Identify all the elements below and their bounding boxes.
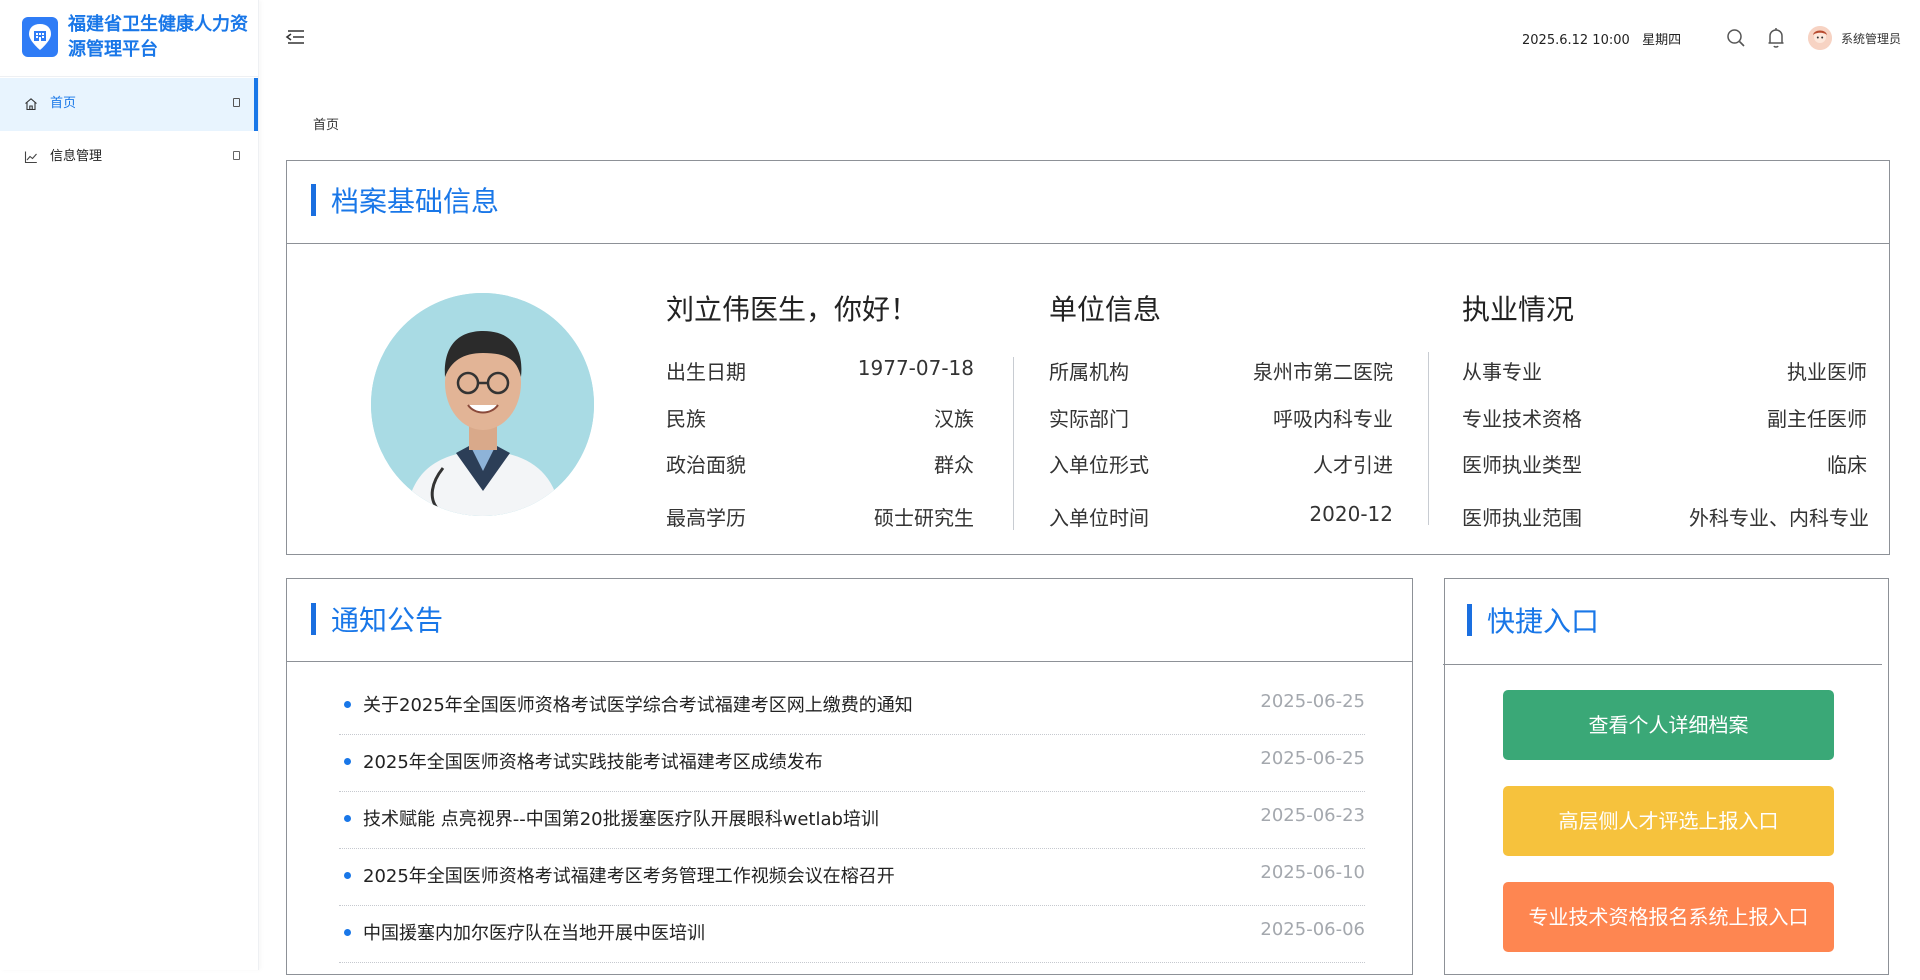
info-value: 临床 xyxy=(1827,453,1867,477)
greeting: 刘立伟医生，你好！ xyxy=(666,293,919,326)
notice-item[interactable]: 2025年全国医师资格考试实践技能考试福建考区成绩发布 2025-06-25 xyxy=(339,734,1365,792)
search-icon[interactable] xyxy=(1726,28,1746,48)
info-label: 最高学历 xyxy=(666,506,746,530)
doctor-photo xyxy=(371,293,594,516)
panel-title: 快捷入口 xyxy=(1487,605,1600,638)
weekday-text: 星期四 xyxy=(1642,33,1682,48)
info-label: 医师执业范围 xyxy=(1462,506,1582,530)
app-title: 福建省卫生健康人力资源管理平台 xyxy=(68,14,248,60)
bell-icon[interactable] xyxy=(1766,27,1786,49)
sidebar: 福建省卫生健康人力资源管理平台 首页 信息管理 xyxy=(0,0,259,970)
panel-header: 通知公告 xyxy=(287,579,1412,662)
info-label: 民族 xyxy=(666,407,706,431)
panel-title: 通知公告 xyxy=(331,604,444,637)
notice-date: 2025-06-25 xyxy=(1260,748,1365,769)
user-avatar[interactable] xyxy=(1808,26,1832,50)
info-label: 医师执业类型 xyxy=(1462,453,1582,477)
info-label: 政治面貌 xyxy=(666,453,746,477)
quick-access-panel: 快捷入口 查看个人详细档案 高层侧人才评选上报入口 专业技术资格报名系统上报入口 xyxy=(1443,578,1889,975)
chart-line-icon xyxy=(24,151,37,164)
chevron-icon xyxy=(233,98,240,107)
title-accent-bar xyxy=(311,603,316,635)
column-divider xyxy=(1013,357,1014,530)
sidebar-item-label: 首页 xyxy=(50,96,77,111)
panel-header: 档案基础信息 xyxy=(287,161,1889,244)
bullet-icon xyxy=(344,758,351,765)
info-value: 硕士研究生 xyxy=(874,506,974,530)
sidebar-item-home[interactable]: 首页 xyxy=(0,78,258,131)
info-label: 入单位形式 xyxy=(1049,453,1149,477)
notice-item[interactable]: 2025年全国医师资格考试福建考区考务管理工作视频会议在榕召开 2025-06-… xyxy=(339,848,1365,906)
home-icon xyxy=(25,98,37,111)
bullet-icon xyxy=(344,929,351,936)
bullet-icon xyxy=(344,815,351,822)
sidebar-item-label: 信息管理 xyxy=(50,149,103,164)
info-value: 执业医师 xyxy=(1787,360,1867,384)
title-accent-bar xyxy=(311,184,316,216)
menu-collapse-icon[interactable] xyxy=(284,28,306,46)
info-label: 实际部门 xyxy=(1049,407,1129,431)
info-value: 泉州市第二医院 xyxy=(1253,360,1393,384)
chevron-icon xyxy=(233,151,240,160)
notice-title[interactable]: 中国援塞内加尔医疗队在当地开展中医培训 xyxy=(363,919,705,945)
breadcrumb: 首页 xyxy=(313,118,340,133)
panel-header: 快捷入口 xyxy=(1443,579,1882,665)
notice-date: 2025-06-25 xyxy=(1260,691,1365,712)
notice-item[interactable]: 关于2025年全国医师资格考试医学综合考试福建考区网上缴费的通知 2025-06… xyxy=(339,677,1365,735)
notice-title[interactable]: 关于2025年全国医师资格考试医学综合考试福建考区网上缴费的通知 xyxy=(363,691,913,717)
info-value: 呼吸内科专业 xyxy=(1273,407,1393,431)
info-value: 2020-12 xyxy=(1309,502,1393,526)
info-value: 外科专业、内科专业 xyxy=(1689,506,1869,530)
notice-item[interactable]: 技术赋能 点亮视界--中国第20批援塞医疗队开展眼科wetlab培训 2025-… xyxy=(339,791,1365,849)
info-value: 1977-07-18 xyxy=(857,356,974,380)
info-value: 人才引进 xyxy=(1313,453,1393,477)
title-accent-bar xyxy=(1467,604,1472,636)
sidebar-item-info-management[interactable]: 信息管理 xyxy=(0,131,258,184)
notice-date: 2025-06-23 xyxy=(1260,805,1365,826)
practice-info-title: 执业情况 xyxy=(1462,293,1575,326)
column-divider xyxy=(1428,352,1429,525)
bullet-icon xyxy=(344,872,351,879)
notice-date: 2025-06-06 xyxy=(1260,919,1365,940)
info-value: 副主任医师 xyxy=(1767,407,1867,431)
talent-selection-button[interactable]: 高层侧人才评选上报入口 xyxy=(1503,786,1834,856)
bullet-icon xyxy=(344,701,351,708)
logo-icon xyxy=(22,17,58,57)
brand: 福建省卫生健康人力资源管理平台 xyxy=(0,0,258,77)
datetime: 2025.6.12 10:00 星期四 xyxy=(1522,29,1681,48)
username[interactable]: 系统管理员 xyxy=(1841,30,1901,47)
panel-title: 档案基础信息 xyxy=(331,185,500,218)
info-label: 从事专业 xyxy=(1462,360,1542,384)
notice-title[interactable]: 2025年全国医师资格考试实践技能考试福建考区成绩发布 xyxy=(363,748,823,774)
notice-title[interactable]: 2025年全国医师资格考试福建考区考务管理工作视频会议在榕召开 xyxy=(363,862,895,888)
notice-title[interactable]: 技术赋能 点亮视界--中国第20批援塞医疗队开展眼科wetlab培训 xyxy=(363,805,879,831)
notice-date: 2025-06-10 xyxy=(1260,862,1365,883)
info-label: 入单位时间 xyxy=(1049,506,1149,530)
info-value: 群众 xyxy=(934,453,974,477)
info-value: 汉族 xyxy=(934,407,974,431)
notice-panel: 通知公告 关于2025年全国医师资格考试医学综合考试福建考区网上缴费的通知 20… xyxy=(286,578,1413,975)
unit-info-title: 单位信息 xyxy=(1049,293,1162,326)
info-label: 出生日期 xyxy=(666,360,746,384)
datetime-text: 2025.6.12 10:00 xyxy=(1522,33,1630,48)
info-label: 所属机构 xyxy=(1049,360,1129,384)
info-label: 专业技术资格 xyxy=(1462,407,1582,431)
notice-item[interactable]: 中国援塞内加尔医疗队在当地开展中医培训 2025-06-06 xyxy=(339,905,1365,963)
view-profile-button[interactable]: 查看个人详细档案 xyxy=(1503,690,1834,760)
qualification-registration-button[interactable]: 专业技术资格报名系统上报入口 xyxy=(1503,882,1834,952)
